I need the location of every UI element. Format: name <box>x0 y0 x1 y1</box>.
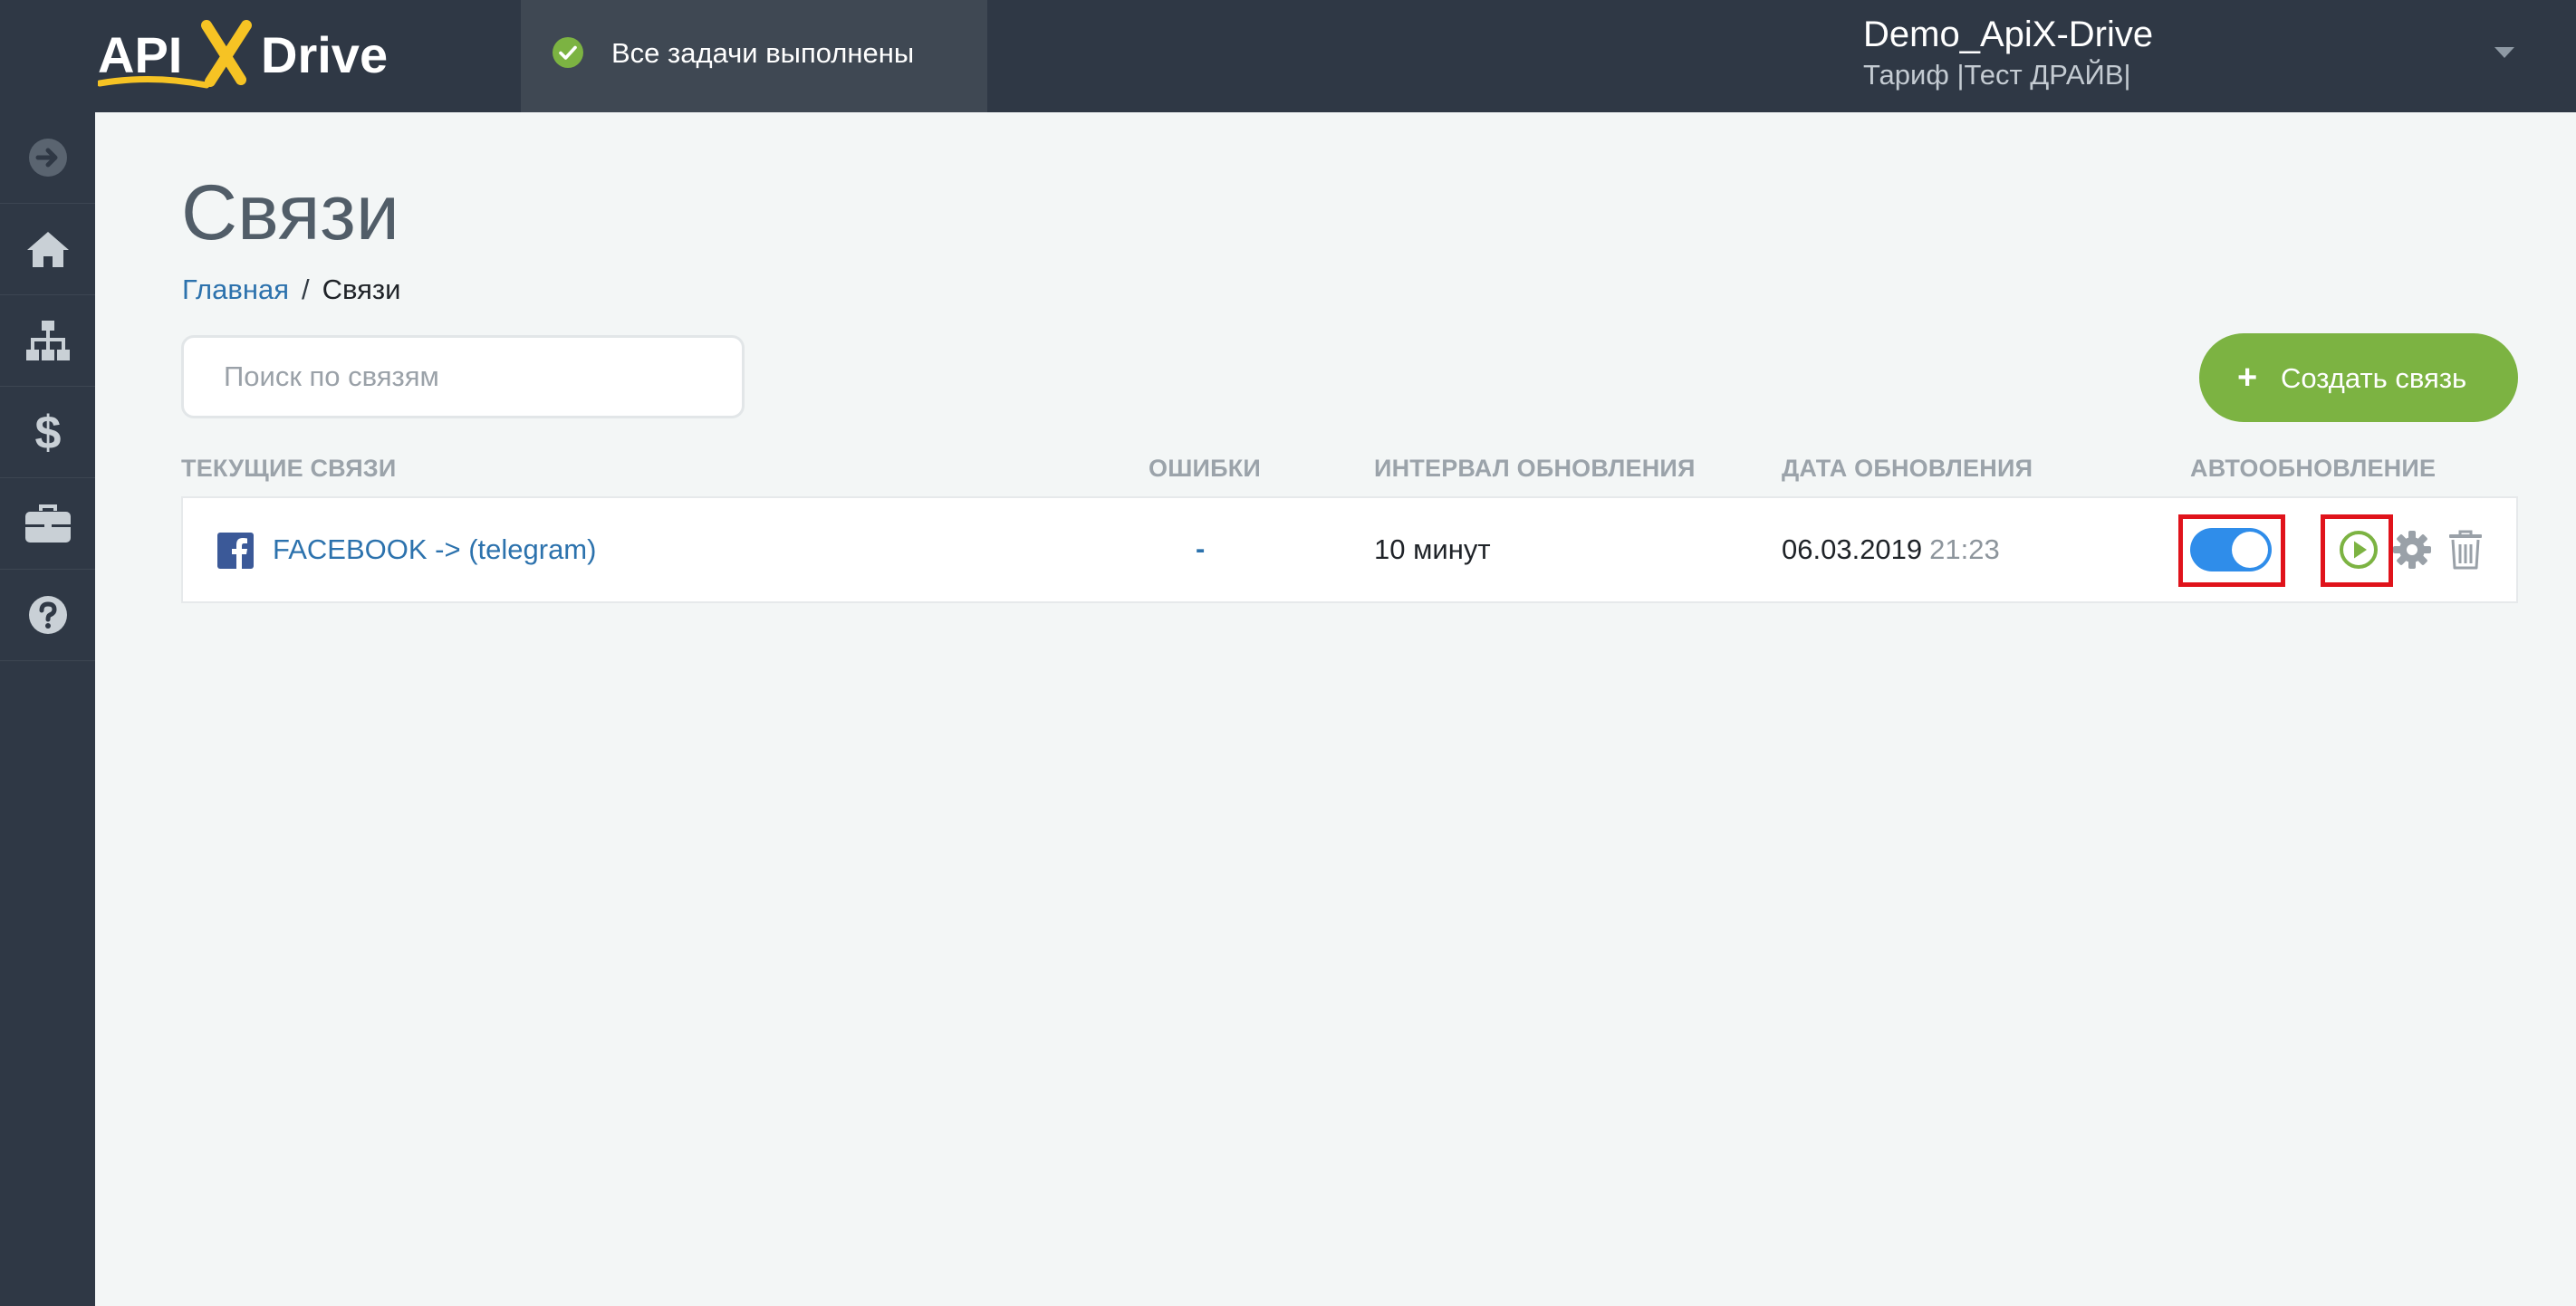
plus-icon: + <box>2237 359 2258 397</box>
sitemap-icon <box>25 321 70 360</box>
sidebar-item-help[interactable] <box>0 570 95 661</box>
check-circle-icon <box>553 37 583 68</box>
search-box <box>181 335 745 418</box>
sidebar-item-connections[interactable] <box>0 295 95 387</box>
create-connection-label: Создать связь <box>2281 362 2467 394</box>
trash-icon[interactable] <box>2447 530 2484 570</box>
search-input[interactable] <box>224 354 713 399</box>
create-connection-button[interactable]: + Создать связь <box>2199 333 2518 422</box>
errors-value[interactable]: - <box>1196 531 1205 567</box>
briefcase-icon <box>24 504 71 543</box>
svg-text:$: $ <box>34 408 61 456</box>
play-icon[interactable] <box>2339 530 2379 570</box>
apixdrive-logo[interactable]: API Drive <box>98 20 388 92</box>
interval-value: 10 минут <box>1374 533 1491 565</box>
user-plan: Тариф |Тест ДРАЙВ| <box>1863 59 2131 91</box>
sidebar-item-collapse[interactable] <box>0 112 95 204</box>
autoupdate-toggle[interactable] <box>2190 528 2272 571</box>
breadcrumb-current: Связи <box>322 274 401 305</box>
arrow-right-circle-icon <box>28 139 67 177</box>
column-header-update-interval: ИНТЕРВАЛ ОБНОВЛЕНИЯ <box>1374 455 1696 482</box>
chevron-down-icon[interactable] <box>2494 47 2514 58</box>
facebook-icon <box>217 533 254 569</box>
column-header-autoupdate: АВТООБНОВЛЕНИЕ <box>2190 455 2437 482</box>
sidebar-item-billing[interactable]: $ <box>0 387 95 478</box>
user-name[interactable]: Demo_ApiX-Drive <box>1863 13 2153 56</box>
status-text: Все задачи выполнены <box>611 37 915 69</box>
update-time-value: 21:23 <box>1929 533 2000 565</box>
column-header-errors: ОШИБКИ <box>1149 455 1262 482</box>
svg-text:API: API <box>98 26 182 83</box>
breadcrumb-home-link[interactable]: Главная <box>182 274 289 305</box>
svg-text:Drive: Drive <box>261 26 388 83</box>
sidebar-item-home[interactable] <box>0 204 95 295</box>
question-circle-icon <box>28 596 67 634</box>
sidebar-item-services[interactable] <box>0 478 95 570</box>
breadcrumb-separator: / <box>302 274 310 305</box>
column-header-update-date: ДАТА ОБНОВЛЕНИЯ <box>1782 455 2033 482</box>
task-status-panel: Все задачи выполнены <box>521 0 987 112</box>
update-date-value: 06.03.2019 <box>1782 533 1923 565</box>
dollar-icon: $ <box>34 408 61 456</box>
connection-name-link[interactable]: FACEBOOK -> (telegram) <box>273 532 596 568</box>
column-header-current-connections: ТЕКУЩИЕ СВЯЗИ <box>181 455 397 482</box>
sidebar: $ <box>0 112 95 1306</box>
update-date: 06.03.2019 21:23 <box>1782 532 2000 568</box>
top-bar: API Drive Все задачи выполнены Demo_ApiX… <box>0 0 2576 112</box>
home-icon <box>26 232 69 267</box>
page-title: Связи <box>181 169 399 256</box>
toggle-knob <box>2232 532 2268 568</box>
breadcrumb: Главная / Связи <box>182 272 400 308</box>
gear-icon[interactable] <box>2392 530 2432 570</box>
